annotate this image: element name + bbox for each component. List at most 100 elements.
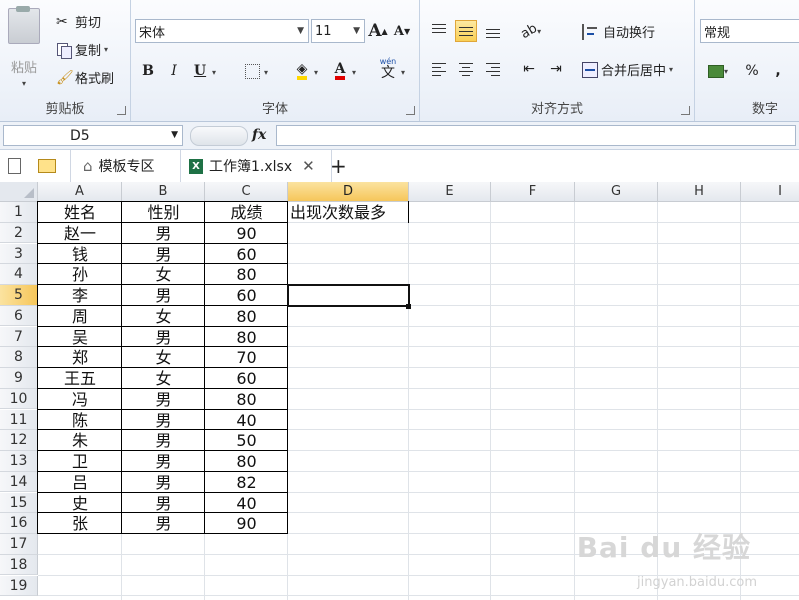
name-box[interactable]: D5 ▼ [3, 125, 183, 146]
column-header-b[interactable]: B [122, 182, 205, 202]
align-top-button[interactable] [428, 20, 450, 42]
column-header-i[interactable]: I [741, 182, 799, 202]
table-cell-border [37, 263, 122, 285]
row-header-7[interactable]: 7 [0, 326, 38, 348]
insert-function-button[interactable]: fx [252, 127, 266, 143]
row-header-15[interactable]: 15 [0, 492, 38, 514]
table-cell-border [37, 491, 122, 514]
column-header-g[interactable]: G [575, 182, 658, 202]
format-painter-button[interactable]: 🖌 格式刷 [56, 68, 114, 88]
shrink-font-button[interactable]: A ▼ [391, 20, 413, 42]
font-size-select[interactable]: 11 ▼ [311, 19, 365, 43]
chevron-down-icon: ▼ [353, 26, 360, 36]
table-cell-border [204, 242, 288, 265]
copy-button[interactable]: 复制 ▾ [56, 40, 108, 59]
wrap-text-button[interactable]: 自动换行 [582, 22, 655, 41]
phonetic-button[interactable]: wén 文 [377, 58, 399, 81]
font-color-icon: A [334, 62, 346, 80]
formula-input[interactable] [276, 125, 796, 146]
column-header-e[interactable]: E [409, 182, 491, 202]
increase-indent-button[interactable]: ⇥ [545, 58, 567, 80]
row-header-8[interactable]: 8 [0, 347, 38, 368]
row-header-14[interactable]: 14 [0, 471, 38, 493]
table-cell-border [121, 470, 205, 493]
row-header-3[interactable]: 3 [0, 243, 38, 265]
row-header-17[interactable]: 17 [0, 534, 38, 555]
font-name-select[interactable]: 宋体 ▼ [135, 19, 309, 43]
table-cell-border [121, 491, 205, 514]
grow-font-button[interactable]: A ▲ [367, 20, 389, 42]
currency-icon [707, 64, 724, 78]
table-cell-border [37, 346, 122, 368]
table-cell-border [37, 221, 122, 244]
row-header-5[interactable]: 5 [0, 285, 38, 306]
border-button[interactable] [241, 60, 263, 82]
comma-button[interactable]: , [767, 60, 789, 82]
select-all-button[interactable] [0, 182, 38, 202]
align-right-button[interactable] [482, 58, 504, 80]
column-header-d[interactable]: D [288, 182, 409, 202]
document-tabs: ⌂ 模板专区 X 工作簿1.xlsx ✕ + [0, 150, 799, 183]
row-header-13[interactable]: 13 [0, 451, 38, 472]
orientation-button[interactable]: ab ▾ [518, 20, 542, 42]
new-file-button[interactable] [8, 150, 21, 182]
percent-button[interactable]: % [741, 60, 763, 82]
align-center-icon [459, 62, 473, 76]
font-color-button[interactable]: A [329, 60, 351, 82]
bold-button[interactable]: B [137, 60, 159, 82]
open-folder-button[interactable] [38, 150, 56, 182]
table-cell-border [37, 201, 122, 223]
column-gridline [574, 202, 575, 600]
alignment-launcher-icon[interactable] [681, 106, 690, 115]
cut-button[interactable]: ✂ 剪切 [56, 12, 101, 32]
column-header-a[interactable]: A [38, 182, 122, 202]
row-header-19[interactable]: 19 [0, 575, 38, 597]
chevron-down-icon[interactable]: ▾ [212, 68, 216, 77]
row-header-4[interactable]: 4 [0, 264, 38, 285]
paste-button[interactable]: 粘贴 ▾ [8, 6, 40, 88]
row-header-2[interactable]: 2 [0, 222, 38, 244]
column-header-c[interactable]: C [205, 182, 288, 202]
row-header-16[interactable]: 16 [0, 513, 38, 534]
table-cell-border [37, 408, 122, 431]
row-header-11[interactable]: 11 [0, 409, 38, 431]
align-middle-icon [459, 26, 473, 36]
row-header-9[interactable]: 9 [0, 368, 38, 389]
currency-button[interactable]: ▾ [703, 60, 733, 82]
add-tab-button[interactable]: + [330, 150, 347, 182]
row-header-10[interactable]: 10 [0, 388, 38, 410]
decrease-indent-button[interactable]: ⇤ [518, 58, 540, 80]
align-bottom-button[interactable] [482, 20, 504, 42]
active-cell-selection[interactable] [287, 284, 410, 307]
row-header-18[interactable]: 18 [0, 554, 38, 576]
clipboard-group: 粘贴 ▾ ✂ 剪切 复制 ▾ 🖌 格式刷 剪贴板 [0, 0, 131, 121]
table-cell-border [121, 242, 205, 265]
table-cell-border [204, 367, 288, 389]
column-header-h[interactable]: H [658, 182, 741, 202]
table-cell-border [121, 325, 205, 348]
close-icon[interactable]: ✕ [302, 157, 315, 175]
row-header-12[interactable]: 12 [0, 430, 38, 451]
column-header-f[interactable]: F [491, 182, 575, 202]
table-cell-border [121, 450, 205, 472]
font-launcher-icon[interactable] [406, 106, 415, 115]
underline-button[interactable]: U [189, 60, 211, 82]
table-cell-border [37, 284, 122, 306]
number-format-select[interactable]: 常规 [700, 19, 799, 43]
row-header-1[interactable]: 1 [0, 202, 38, 223]
row-header-6[interactable]: 6 [0, 305, 38, 327]
tab-templates[interactable]: ⌂ 模板专区 [70, 150, 181, 182]
merge-center-button[interactable]: 合并后居中 ▾ [582, 60, 673, 79]
table-cell-border [37, 387, 122, 410]
row-gridline [38, 595, 799, 597]
table-cell-border [204, 263, 288, 285]
fill-color-button[interactable]: ◈ [291, 60, 313, 82]
tab-workbook[interactable]: X 工作簿1.xlsx ✕ [180, 150, 332, 182]
italic-button[interactable]: I [163, 60, 185, 82]
clipboard-launcher-icon[interactable] [117, 106, 126, 115]
align-middle-button[interactable] [455, 20, 477, 42]
fill-handle[interactable] [406, 303, 411, 309]
formula-bar-splitter[interactable] [190, 126, 248, 146]
align-center-button[interactable] [455, 58, 477, 80]
align-left-button[interactable] [428, 58, 450, 80]
